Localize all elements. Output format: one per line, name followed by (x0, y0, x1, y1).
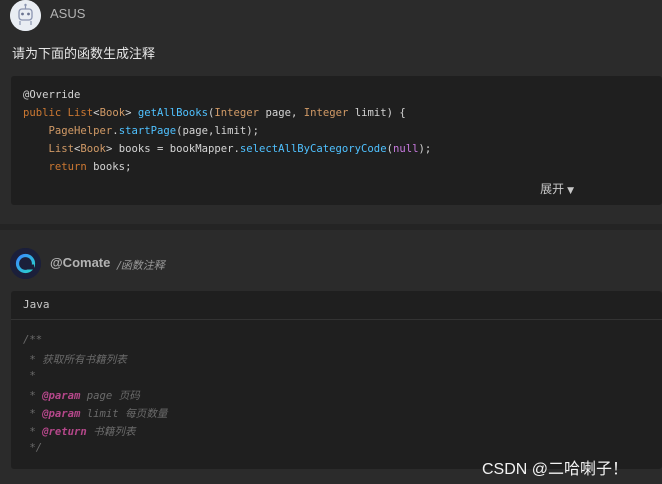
expand-button[interactable]: 展开 ▼ (540, 180, 574, 197)
user-avatar-icon (10, 0, 41, 31)
code-line: List<Book> books = bookMapper.selectAllB… (48, 143, 432, 155)
user-name: ASUS (50, 6, 86, 21)
watermark: CSDN @二哈喇子！ (482, 461, 629, 478)
user-code-block: @Override public List<Book> getAllBooks(… (11, 76, 662, 205)
code-line: @Override (23, 89, 81, 101)
comment-line: * @param limit 每页数量 (23, 408, 168, 420)
comment-line: * @return 书籍列表 (23, 426, 136, 438)
bot-code-block: Java /** * 获取所有书籍列表 * * @param page 页码 *… (11, 291, 662, 469)
expand-label: 展开 (540, 182, 565, 196)
chevron-down-icon: ▼ (567, 186, 574, 196)
code-line: return books; (48, 161, 132, 173)
comment-line: /** (23, 334, 43, 346)
language-label: Java (23, 298, 50, 311)
bot-command: /函数注释 (117, 259, 165, 272)
bot-name: @Comate (50, 255, 111, 270)
comate-logo-icon (10, 248, 41, 279)
comment-line: * 获取所有书籍列表 (23, 354, 127, 366)
comment-line: * (23, 370, 36, 382)
code-line: PageHelper.startPage(page,limit); (48, 125, 260, 137)
user-prompt: 请为下面的函数生成注释 (12, 47, 156, 62)
code-header: Java (11, 291, 662, 320)
code-line: public List<Book> getAllBooks(Integer pa… (23, 107, 406, 119)
comment-line: * @param page 页码 (23, 390, 140, 402)
message-divider (0, 224, 662, 230)
comment-line: */ (23, 442, 43, 454)
